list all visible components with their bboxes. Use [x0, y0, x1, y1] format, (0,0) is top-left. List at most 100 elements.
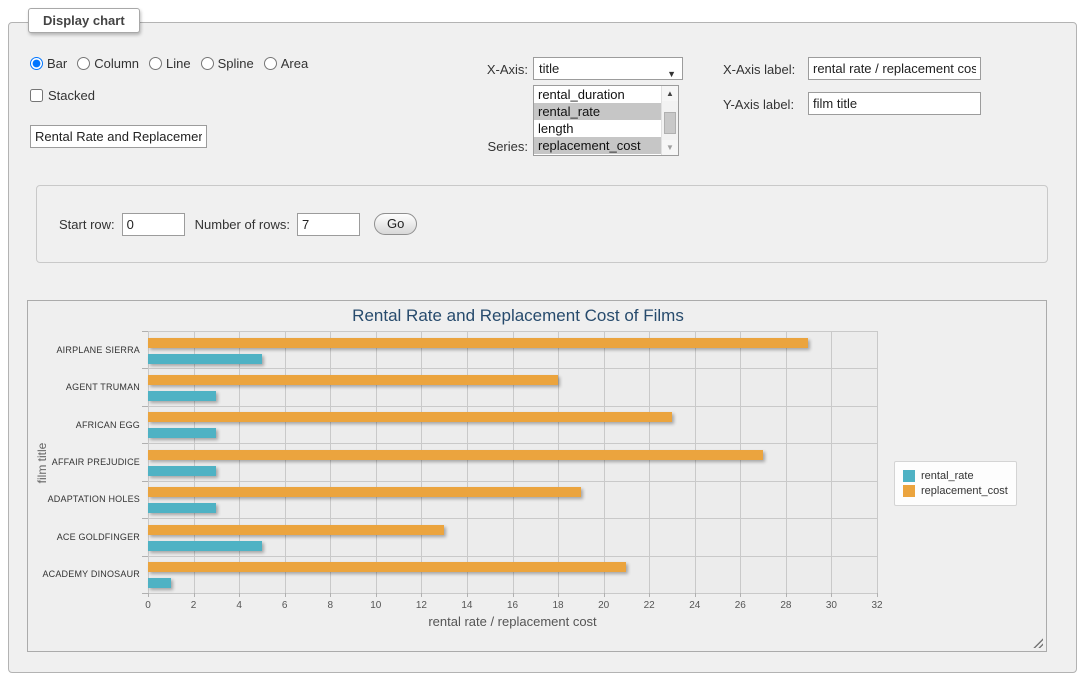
series-options: rental_durationrental_ratelengthreplacem… — [534, 86, 661, 154]
x-axis-label-input[interactable] — [808, 57, 981, 80]
series-option-replacement_cost[interactable]: replacement_cost — [534, 137, 661, 154]
y-tick-mark — [142, 518, 148, 519]
x-tick-mark — [467, 593, 468, 597]
stacked-label: Stacked — [48, 88, 95, 103]
chart-title-input[interactable] — [30, 125, 207, 148]
bar-replacement_cost — [148, 375, 558, 385]
chart-type-label: Area — [281, 56, 308, 71]
x-tick-mark — [740, 593, 741, 597]
x-tick-mark — [285, 593, 286, 597]
grid-line-vertical — [467, 331, 468, 593]
num-rows-label: Number of rows: — [195, 217, 290, 232]
x-tick-label: 16 — [496, 600, 530, 611]
x-tick-label: 30 — [814, 600, 848, 611]
x-tick-label: 8 — [313, 600, 347, 611]
legend-label: replacement_cost — [921, 485, 1008, 497]
x-axis-title: rental rate / replacement cost — [148, 614, 877, 629]
x-tick-label: 32 — [860, 600, 894, 611]
grid-line-vertical — [786, 331, 787, 593]
x-tick-mark — [558, 593, 559, 597]
x-tick-label: 20 — [587, 600, 621, 611]
bar-replacement_cost — [148, 450, 763, 460]
grid-line-horizontal — [148, 481, 877, 482]
series-listbox: rental_durationrental_ratelengthreplacem… — [533, 85, 679, 156]
chart-type-label: Column — [94, 56, 139, 71]
stacked-row: Stacked — [30, 88, 95, 103]
series-option-rental_rate[interactable]: rental_rate — [534, 103, 661, 120]
start-row-input[interactable] — [122, 213, 185, 236]
x-tick-label: 6 — [268, 600, 302, 611]
y-axis-title: film title — [35, 353, 49, 573]
num-rows-input[interactable] — [297, 213, 360, 236]
y-tick-mark — [142, 556, 148, 557]
x-axis-label-text: X-Axis: — [478, 62, 528, 77]
x-tick-label: 26 — [723, 600, 757, 611]
x-axis-selected-value: title — [539, 61, 559, 76]
panel-title: Display chart — [28, 8, 140, 33]
chart-panel: Rental Rate and Replacement Cost of Film… — [27, 300, 1047, 652]
grid-line-vertical — [513, 331, 514, 593]
y-tick-mark — [142, 368, 148, 369]
grid-line-horizontal — [148, 368, 877, 369]
bar-replacement_cost — [148, 487, 581, 497]
x-tick-mark — [421, 593, 422, 597]
x-tick-label: 10 — [359, 600, 393, 611]
grid-line-horizontal — [148, 556, 877, 557]
listbox-scrollbar[interactable]: ▲ ▼ — [661, 86, 678, 155]
grid-line-vertical — [877, 331, 878, 593]
y-tick-mark — [142, 406, 148, 407]
chart-type-radio-column[interactable] — [77, 57, 90, 70]
grid-line-vertical — [330, 331, 331, 593]
chart-type-radio-line[interactable] — [149, 57, 162, 70]
bar-replacement_cost — [148, 338, 808, 348]
go-button[interactable]: Go — [374, 213, 417, 235]
chart-type-radio-bar[interactable] — [30, 57, 43, 70]
x-tick-mark — [330, 593, 331, 597]
grid-line-vertical — [421, 331, 422, 593]
bar-rental_rate — [148, 578, 171, 588]
x-tick-mark — [604, 593, 605, 597]
y-tick-mark — [142, 443, 148, 444]
scrollbar-thumb[interactable] — [664, 112, 676, 134]
grid-line-vertical — [558, 331, 559, 593]
chart-type-radio-area[interactable] — [264, 57, 277, 70]
x-tick-label: 28 — [769, 600, 803, 611]
x-tick-mark — [239, 593, 240, 597]
chart-type-radio-spline[interactable] — [201, 57, 214, 70]
x-tick-label: 4 — [222, 600, 256, 611]
page: Display chart BarColumnLineSplineArea St… — [0, 0, 1081, 681]
chart-type-label: Bar — [47, 56, 67, 71]
resize-handle-icon[interactable] — [1032, 637, 1043, 648]
y-tick-mark — [142, 593, 148, 594]
bar-rental_rate — [148, 503, 216, 513]
x-axis-select[interactable]: title ▼ — [533, 57, 683, 80]
scroll-up-icon[interactable]: ▲ — [662, 86, 678, 101]
x-tick-mark — [695, 593, 696, 597]
legend-item-replacement_cost[interactable]: replacement_cost — [903, 485, 1008, 497]
x-tick-label: 2 — [177, 600, 211, 611]
y-axis-label-input[interactable] — [808, 92, 981, 115]
legend-swatch — [903, 470, 915, 482]
x-tick-mark — [148, 593, 149, 597]
grid-line-vertical — [148, 331, 149, 593]
chart-type-label: Spline — [218, 56, 254, 71]
x-axis-label-field-text: X-Axis label: — [723, 62, 795, 77]
stacked-checkbox[interactable] — [30, 89, 43, 102]
x-tick-label: 24 — [678, 600, 712, 611]
x-tick-mark — [513, 593, 514, 597]
bar-rental_rate — [148, 354, 262, 364]
scroll-down-icon[interactable]: ▼ — [662, 140, 678, 155]
x-tick-mark — [831, 593, 832, 597]
legend-item-rental_rate[interactable]: rental_rate — [903, 470, 1008, 482]
chart-title: Rental Rate and Replacement Cost of Film… — [28, 306, 1008, 326]
series-option-rental_duration[interactable]: rental_duration — [534, 86, 661, 103]
chart-type-radio-group: BarColumnLineSplineArea — [30, 56, 318, 71]
x-tick-label: 22 — [632, 600, 666, 611]
grid-line-horizontal — [148, 443, 877, 444]
series-option-length[interactable]: length — [534, 120, 661, 137]
chart-legend: rental_rate replacement_cost — [894, 461, 1017, 506]
x-tick-label: 0 — [131, 600, 165, 611]
row-controls-panel: Start row: Number of rows: Go — [36, 185, 1048, 263]
legend-swatch — [903, 485, 915, 497]
grid-line-vertical — [376, 331, 377, 593]
